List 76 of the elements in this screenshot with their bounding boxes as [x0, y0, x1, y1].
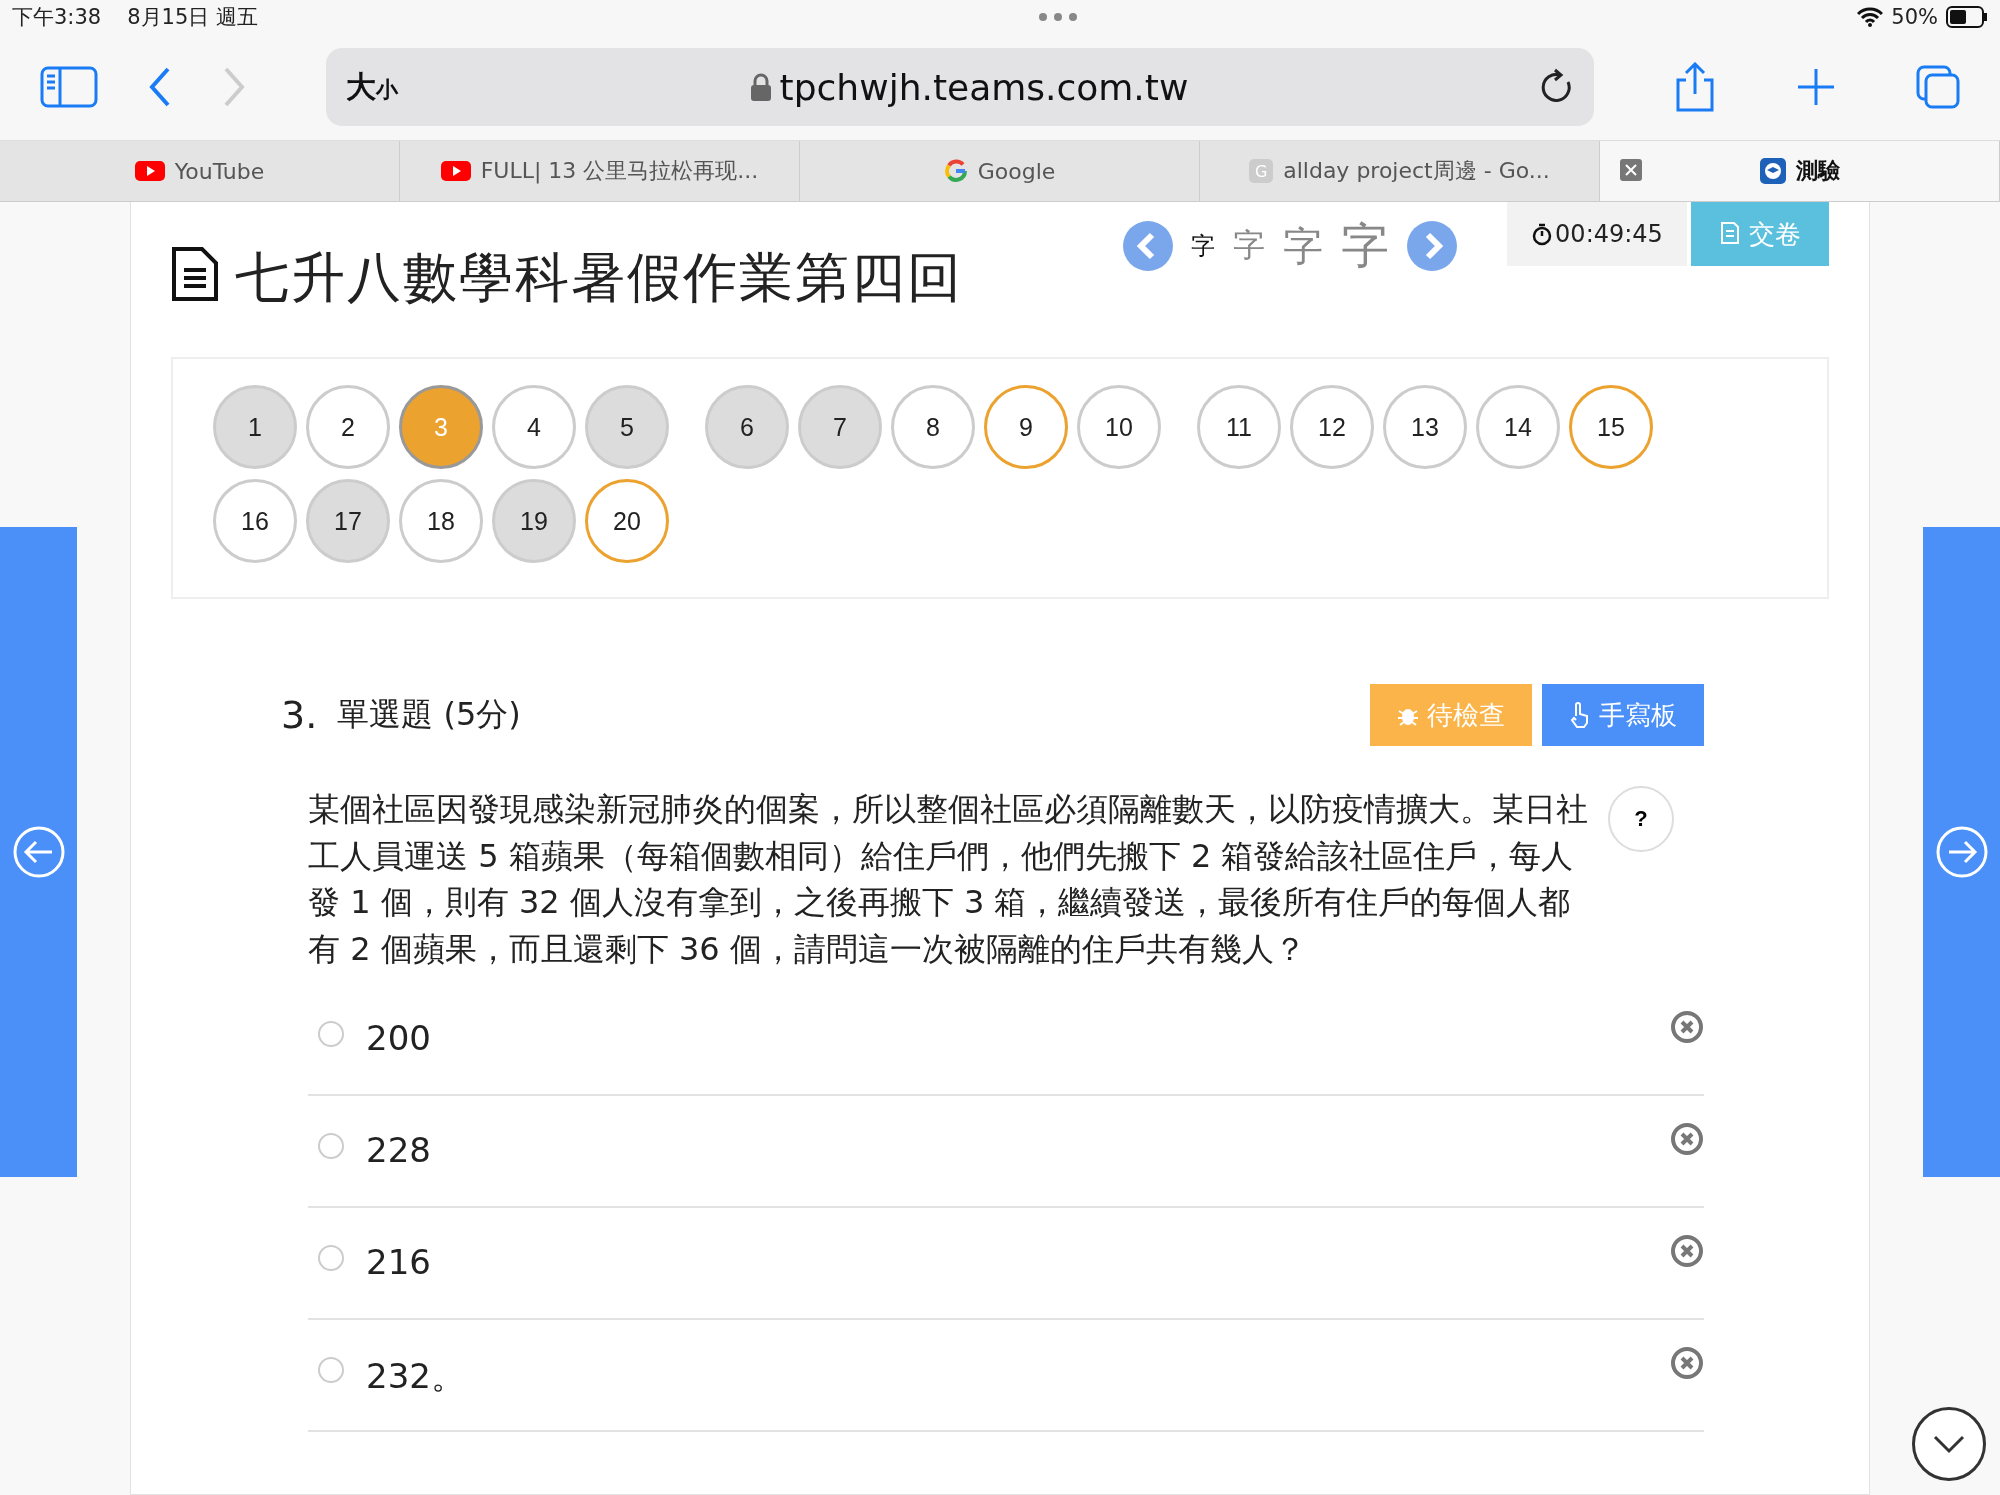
question-number-button[interactable]: 18 [399, 479, 483, 563]
option-text: 232。 [366, 1355, 465, 1398]
radio-button[interactable] [318, 1245, 344, 1271]
status-time: 下午3:38 [12, 4, 102, 31]
eliminate-option-icon[interactable] [1670, 1234, 1704, 1268]
question-number-button[interactable]: 14 [1476, 385, 1560, 469]
page-title: 七升八數學科暑假作業第四回 [235, 245, 963, 311]
status-date: 8月15日 週五 [127, 4, 258, 31]
sidebar-icon[interactable] [40, 66, 98, 108]
answer-option[interactable]: 228 [308, 1096, 1704, 1208]
multicolor-logo-icon [943, 159, 968, 183]
back-icon[interactable] [148, 66, 172, 108]
question-number-button[interactable]: 15 [1569, 385, 1653, 469]
browser-tab[interactable]: YouTube [0, 141, 400, 201]
question-number-button[interactable]: 2 [306, 385, 390, 469]
browser-tab[interactable]: FULL| 13 公里马拉松再现... [400, 141, 800, 201]
question-number-button[interactable]: 19 [492, 479, 576, 563]
battery-percentage: 50% [1891, 5, 1938, 29]
chevron-down-icon [1932, 1434, 1966, 1454]
font-size-option[interactable]: 字 [1283, 218, 1323, 274]
question-type: 單選題 (5分) [337, 694, 521, 735]
question-number-button[interactable]: 6 [705, 385, 789, 469]
close-icon[interactable] [1620, 159, 1642, 181]
question-number-button[interactable]: 10 [1077, 385, 1161, 469]
font-size-option[interactable]: 字 [1233, 224, 1265, 268]
eliminate-option-icon[interactable] [1670, 1010, 1704, 1044]
stopwatch-icon [1531, 222, 1554, 246]
plus-icon[interactable] [1796, 67, 1836, 107]
option-text: 216 [366, 1242, 431, 1282]
radio-button[interactable] [318, 1133, 344, 1159]
address-bar[interactable]: 大小 tpchwjh.teams.com.tw [326, 48, 1594, 126]
question-number-button[interactable]: 13 [1383, 385, 1467, 469]
more-dots-icon [1037, 12, 1078, 22]
reader-text-size-button[interactable]: 大小 [346, 66, 398, 108]
question-number-button[interactable]: 9 [984, 385, 1068, 469]
question-number: 3. [281, 693, 318, 737]
question-number-button[interactable]: 20 [585, 479, 669, 563]
timer: 00:49:45 [1507, 202, 1687, 266]
radio-button[interactable] [318, 1021, 344, 1047]
question-number-button[interactable]: 11 [1197, 385, 1281, 469]
question-number-button[interactable]: 16 [213, 479, 297, 563]
answer-option[interactable]: 216 [308, 1208, 1704, 1320]
pointing-hand-icon [1569, 702, 1591, 728]
url-text: tpchwjh.teams.com.tw [779, 66, 1189, 108]
font-size-option[interactable]: 字 [1341, 214, 1389, 278]
eliminate-option-icon[interactable] [1670, 1346, 1704, 1380]
left-arrow-circle-icon [11, 825, 66, 879]
question-text: 某個社區因發現感染新冠肺炎的個案，所以整個社區必須隔離數天，以防疫情擴大。某日社工人員運送 5 箱蘋果（每箱個數相同）給住戶們，他們先搬下 2 箱發給該社區住戶，每人發 1 個，則有 32 個人沒有拿到，之後再搬下 3 箱，繼續發送，最後所有住戶的每個人都有 2 個蘋果，而且還剩下 36 個，請問這一次被隔離的住戶共有幾人？ [308, 789, 1589, 970]
browser-tab[interactable]: Google [800, 141, 1200, 201]
question-number-button[interactable]: 8 [891, 385, 975, 469]
help-button[interactable]: ? [1608, 786, 1674, 852]
next-chevron-icon[interactable] [1407, 221, 1457, 271]
question-number-button[interactable]: 5 [585, 385, 669, 469]
option-text: 228 [366, 1130, 431, 1170]
answer-option[interactable]: 232。 [308, 1320, 1704, 1432]
question-number-button[interactable]: 12 [1290, 385, 1374, 469]
share-icon[interactable] [1674, 62, 1716, 112]
question-number-button[interactable]: 4 [492, 385, 576, 469]
right-arrow-circle-icon [1934, 825, 1989, 879]
option-text: 200 [366, 1018, 431, 1058]
question-number-button[interactable]: 17 [306, 479, 390, 563]
document-download-icon [1719, 221, 1741, 247]
tabs-overview-icon[interactable] [1916, 65, 1960, 109]
battery-icon [1946, 6, 1988, 28]
eliminate-option-icon[interactable] [1670, 1122, 1704, 1156]
video-play-icon [134, 161, 165, 181]
answer-option[interactable]: 200 [308, 984, 1704, 1096]
question-number-button[interactable]: 7 [798, 385, 882, 469]
question-number-button[interactable]: 1 [213, 385, 297, 469]
previous-chevron-icon[interactable] [1123, 221, 1173, 271]
radio-button[interactable] [318, 1357, 344, 1383]
font-size-option[interactable]: 字 [1191, 230, 1215, 262]
lock-icon [749, 72, 772, 102]
video-play-icon [440, 161, 471, 181]
document-icon [171, 246, 219, 302]
wifi-icon [1857, 7, 1884, 27]
